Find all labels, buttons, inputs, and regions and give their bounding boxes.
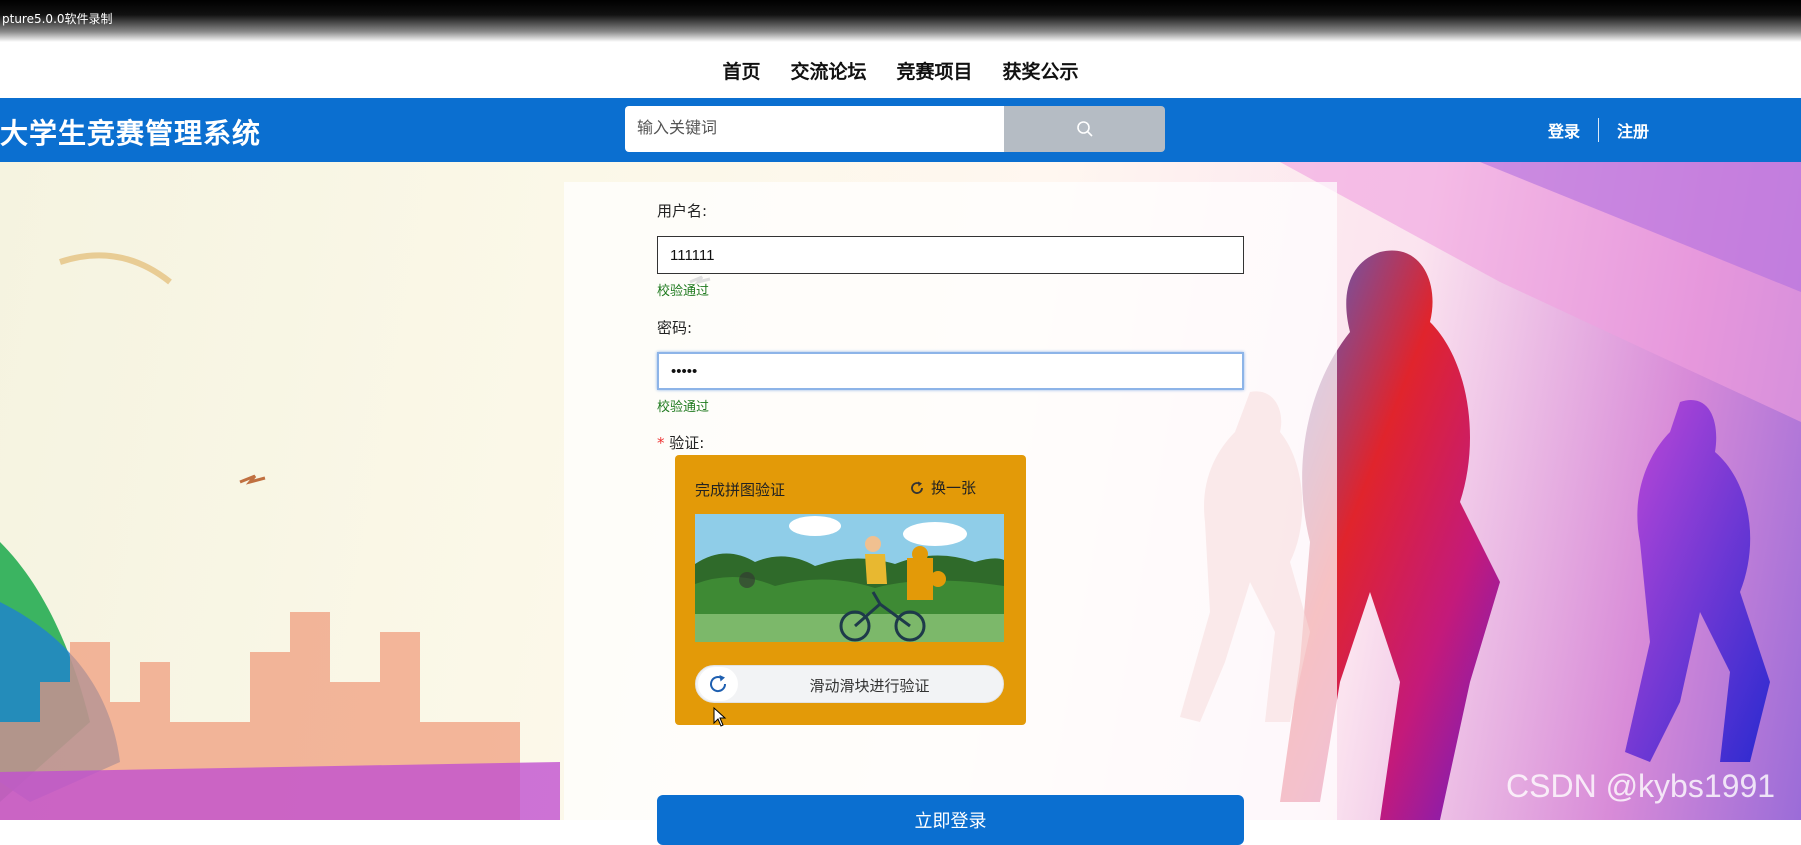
password-status: 校验通过 [657,400,710,415]
password-input[interactable] [657,352,1244,390]
csdn-watermark: CSDN @kybs1991 [1506,768,1776,804]
search-button[interactable] [1004,106,1165,152]
nav-item-forum[interactable]: 交流论坛 [790,57,866,84]
auth-links: 登录 注册 [1548,118,1649,142]
username-input[interactable] [657,236,1244,274]
recorder-bar: pture5.0.0软件录制 [0,0,1801,42]
captcha-puzzle-image [695,514,1004,642]
search-bar [625,106,1165,152]
site-header: 大学生竞赛管理系统 登录 注册 [0,98,1801,162]
refresh-icon [911,481,923,494]
recorder-caption: pture5.0.0软件录制 [2,12,113,26]
site-logo: 大学生竞赛管理系统 [0,117,262,150]
captcha-refresh-label: 换一张 [931,479,977,497]
nav-item-awards[interactable]: 获奖公示 [1003,57,1079,84]
captcha-slider-track: 滑动滑块进行验证 [695,665,1004,703]
search-icon [1076,121,1093,137]
password-label: 密码: [657,319,693,337]
captcha-box: 完成拼图验证 换一张 滑动滑块进行验证 [675,455,1026,725]
verify-label: 验证: [669,434,705,452]
username-label: 用户名: [657,202,708,220]
username-status: 校验通过 [657,284,710,299]
search-input[interactable] [625,106,1004,152]
captcha-slider-text: 滑动滑块进行验证 [809,677,930,695]
login-submit-button[interactable]: 立即登录 [657,795,1244,845]
captcha-refresh-button[interactable]: 换一张 [909,477,976,498]
nav-item-competitions[interactable]: 竞赛项目 [897,57,973,84]
mouse-cursor-icon [713,707,727,727]
top-navigation: 首页 交流论坛 竞赛项目 获奖公示 [0,42,1801,98]
nav-item-home[interactable]: 首页 [722,57,760,84]
login-link[interactable]: 登录 [1548,118,1580,142]
required-mark: * [657,434,665,452]
register-link[interactable]: 注册 [1617,118,1649,142]
verify-label-wrap: * 验证: [657,432,704,453]
captcha-title: 完成拼图验证 [695,481,786,499]
auth-divider [1598,118,1600,142]
